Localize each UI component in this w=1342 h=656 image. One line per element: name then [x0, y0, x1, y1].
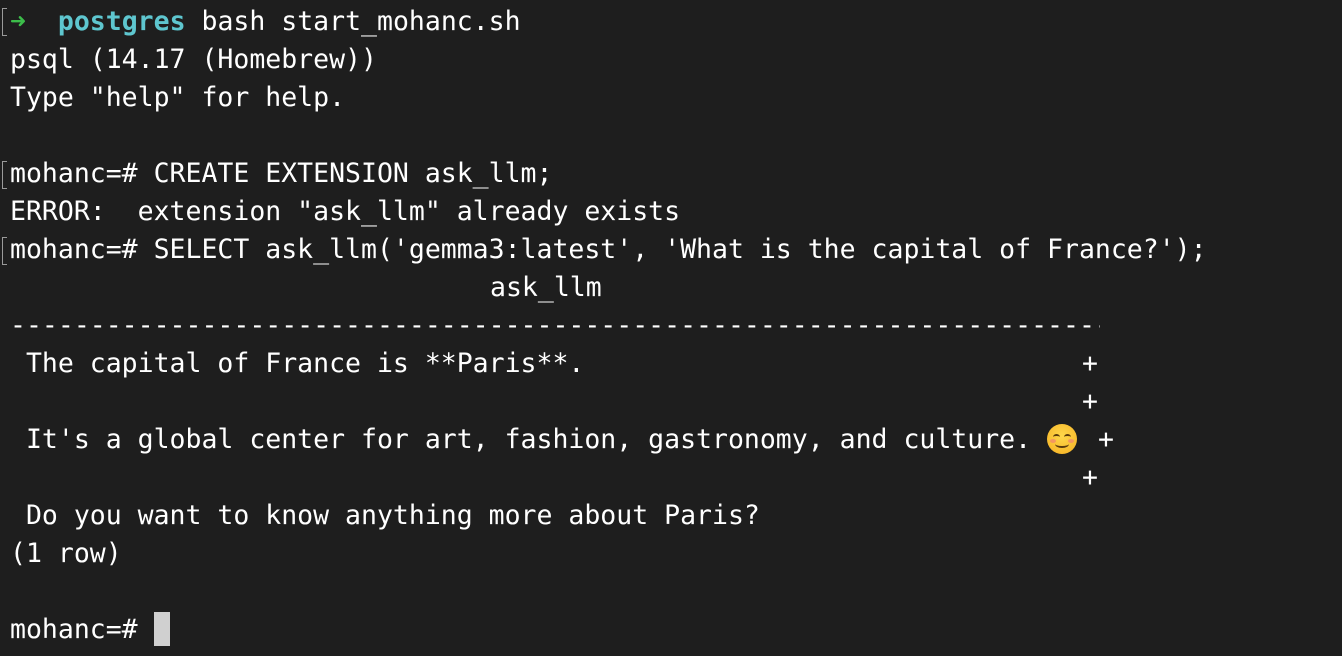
final-prompt-line[interactable]: mohanc=#	[10, 611, 170, 649]
result-separator: ----------------------------------------…	[10, 310, 1100, 341]
continuation-marker: +	[1098, 424, 1114, 455]
create-extension-command: mohanc=# CREATE EXTENSION ask_llm;	[10, 158, 553, 189]
continuation-marker: +	[1082, 386, 1098, 417]
error-message: ERROR: extension "ask_llm" already exist…	[10, 196, 681, 227]
prompt-mark	[2, 237, 7, 265]
result-column-header: ask_llm	[490, 272, 602, 303]
current-directory: postgres	[57, 6, 186, 37]
smiling-face-icon	[1047, 423, 1078, 454]
psql-prompt: mohanc=#	[10, 614, 154, 645]
continuation-marker: +	[1082, 348, 1098, 379]
result-line-1: The capital of France is **Paris**.	[10, 348, 585, 379]
select-query-command: mohanc=# SELECT ask_llm('gemma3:latest',…	[10, 234, 1207, 265]
text-cursor	[153, 611, 170, 646]
result-line-2-text: It's a global center for art, fashion, g…	[10, 424, 1032, 455]
result-line-3: Do you want to know anything more about …	[10, 500, 760, 531]
terminal-window[interactable]: ➜ postgres bash start_mohanc.sh psql (14…	[0, 0, 1342, 656]
psql-version-line: psql (14.17 (Homebrew))	[10, 44, 377, 75]
row-count: (1 row)	[10, 538, 122, 569]
continuation-marker: +	[1082, 462, 1098, 493]
help-hint-line: Type "help" for help.	[10, 82, 346, 113]
prompt-mark	[2, 8, 7, 36]
shell-prompt-line: ➜ postgres bash start_mohanc.sh	[10, 3, 521, 41]
prompt-arrow-icon: ➜	[10, 6, 26, 37]
prompt-mark	[2, 161, 7, 189]
shell-command: bash start_mohanc.sh	[201, 6, 521, 37]
result-line-2: It's a global center for art, fashion, g…	[10, 421, 1078, 459]
